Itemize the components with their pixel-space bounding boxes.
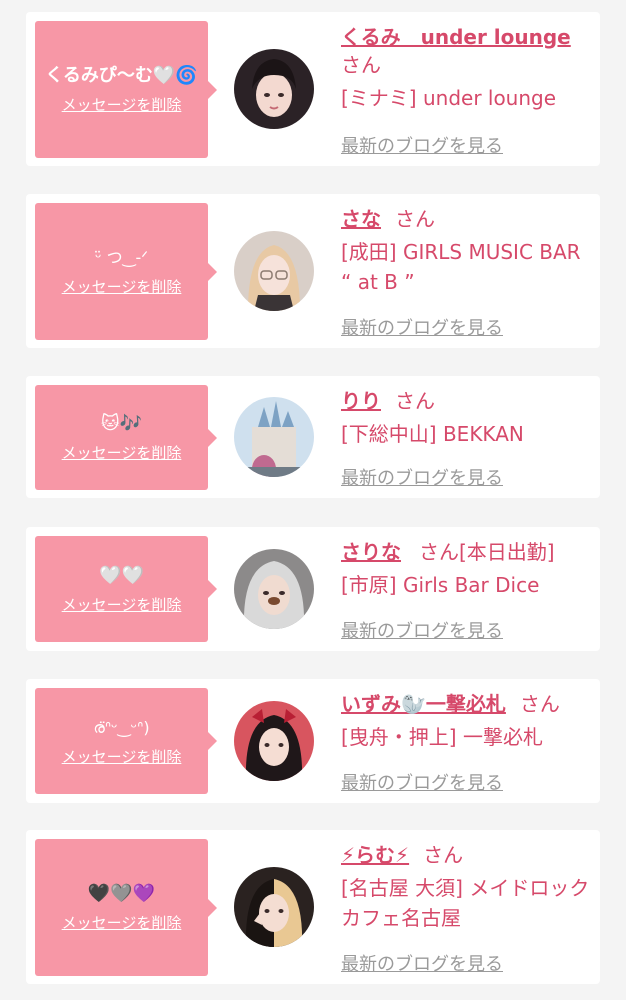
girl-name-link[interactable]: いずみ🦭一撃必札 <box>341 692 506 716</box>
honorific: さん <box>423 843 464 867</box>
card-info: りり さん [下総中山] BEKKAN <box>341 387 590 449</box>
avatar[interactable] <box>234 49 314 129</box>
girl-name-link[interactable]: くるみ under lounge <box>341 25 571 49</box>
honorific: さん <box>395 207 435 231</box>
message-bubble: 🐱🎶 メッセージを削除 <box>35 385 217 490</box>
message-card: ᵕ̈ つ‿-ᐟ メッセージを削除 さな さん [成田] GIRLS MUSIC B… <box>26 194 600 348</box>
avatar[interactable] <box>234 701 314 781</box>
honorific: さん <box>519 692 560 716</box>
avatar[interactable] <box>234 549 314 629</box>
avatar[interactable] <box>234 397 314 477</box>
shop-name: [市原] Girls Bar Dice <box>341 573 540 597</box>
latest-blog-link[interactable]: 最新のブログを見る <box>341 769 503 795</box>
girl-name-link[interactable]: さりな <box>341 540 401 564</box>
message-card: 🖤🩶💜 メッセージを削除 ⚡らむ⚡ さん [名古屋 大須] メイドロックカフェ名古… <box>26 830 600 984</box>
shop-name: [下総中山] BEKKAN <box>341 422 524 446</box>
message-card: くるみぴ〜む🤍🌀 メッセージを削除 くるみ under lounge さん [ミ… <box>26 12 600 166</box>
latest-blog-link[interactable]: 最新のブログを見る <box>341 617 503 643</box>
shop-name: [ミナミ] under lounge <box>341 86 557 110</box>
delete-message-link[interactable]: メッセージを削除 <box>62 442 182 463</box>
delete-message-link[interactable]: メッセージを削除 <box>62 594 182 615</box>
shop-name: [成田] GIRLS MUSIC BAR “ at B ” <box>341 240 581 294</box>
message-bubble: 🤍🤍 メッセージを削除 <box>35 536 217 642</box>
latest-blog-link[interactable]: 最新のブログを見る <box>341 132 503 158</box>
card-info: さな さん [成田] GIRLS MUSIC BAR “ at B ” <box>341 205 590 297</box>
message-text: 🤍🤍 <box>99 564 144 586</box>
honorific: さん <box>341 53 381 77</box>
honorific: さん <box>395 389 435 413</box>
delete-message-link[interactable]: メッセージを削除 <box>62 94 182 115</box>
avatar[interactable] <box>234 867 314 947</box>
card-info: さりな さん[本日出勤] [市原] Girls Bar Dice <box>341 538 590 600</box>
message-bubble: ര̈ᐢᵕ‿ᵕᐢ) メッセージを削除 <box>35 688 217 794</box>
delete-message-link[interactable]: メッセージを削除 <box>62 746 182 767</box>
message-card: 🐱🎶 メッセージを削除 りり さん [下総中山] BEKKAN 最新のブログを見る <box>26 376 600 498</box>
girl-name-link[interactable]: ⚡らむ⚡ <box>341 843 409 867</box>
card-info: いずみ🦭一撃必札 さん [曳舟・押上] 一撃必札 <box>341 690 590 752</box>
latest-blog-link[interactable]: 最新のブログを見る <box>341 950 503 976</box>
girl-name-link[interactable]: さな <box>341 207 381 231</box>
message-bubble: ᵕ̈ つ‿-ᐟ メッセージを削除 <box>35 203 217 340</box>
honorific: さん[本日出勤] <box>419 540 555 564</box>
girl-name-link[interactable]: りり <box>341 389 381 413</box>
message-text: 🖤🩶💜 <box>87 883 156 904</box>
avatar[interactable] <box>234 231 314 311</box>
message-text: 🐱🎶 <box>100 413 143 434</box>
shop-name: [名古屋 大須] メイドロックカフェ名古屋 <box>341 876 590 930</box>
latest-blog-link[interactable]: 最新のブログを見る <box>341 314 503 340</box>
latest-blog-link[interactable]: 最新のブログを見る <box>341 464 503 490</box>
message-bubble: くるみぴ〜む🤍🌀 メッセージを削除 <box>35 21 217 158</box>
message-bubble: 🖤🩶💜 メッセージを削除 <box>35 839 217 976</box>
shop-name: [曳舟・押上] 一撃必札 <box>341 725 543 749</box>
message-card: 🤍🤍 メッセージを削除 さりな さん[本日出勤] [市原] Girls Bar D… <box>26 527 600 651</box>
card-info: くるみ under lounge さん [ミナミ] under lounge <box>341 23 590 113</box>
message-card: ര̈ᐢᵕ‿ᵕᐢ) メッセージを削除 いずみ🦭一撃必札 さん [曳舟・押上] 一撃必… <box>26 679 600 803</box>
message-text: ര̈ᐢᵕ‿ᵕᐢ) <box>93 717 150 737</box>
delete-message-link[interactable]: メッセージを削除 <box>62 276 182 297</box>
message-text: くるみぴ〜む🤍🌀 <box>45 65 198 86</box>
card-info: ⚡らむ⚡ さん [名古屋 大須] メイドロックカフェ名古屋 <box>341 841 590 933</box>
delete-message-link[interactable]: メッセージを削除 <box>62 912 182 933</box>
message-text: ᵕ̈ つ‿-ᐟ <box>94 248 149 267</box>
